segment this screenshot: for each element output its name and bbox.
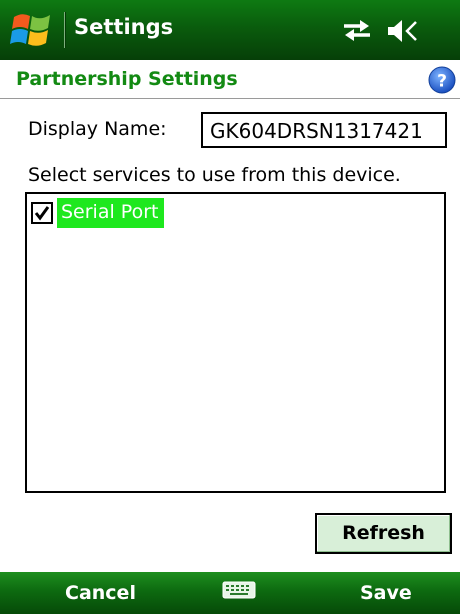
checkmark-icon [34, 206, 50, 221]
list-item-serial-port[interactable]: Serial Port [31, 198, 165, 228]
title-bar: Settings [0, 0, 460, 60]
refresh-button[interactable]: Refresh [315, 513, 452, 554]
svg-text:?: ? [437, 72, 447, 92]
page-header: Partnership Settings ? [0, 60, 460, 99]
serial-port-checkbox[interactable] [31, 202, 53, 224]
services-instructions: Select services to use from this device. [28, 164, 401, 186]
help-icon[interactable]: ? [428, 66, 456, 94]
windows-start-icon[interactable] [10, 9, 56, 51]
title-separator [64, 12, 65, 48]
page-title: Partnership Settings [16, 68, 238, 90]
volume-muted-icon[interactable] [386, 18, 418, 44]
cancel-softkey[interactable]: Cancel [65, 582, 136, 604]
display-name-label: Display Name: [28, 118, 167, 140]
softkey-bar: Cancel Save [0, 572, 460, 614]
service-label: Serial Port [57, 198, 165, 228]
display-name-field[interactable]: GK604DRSN1317421 [201, 112, 447, 148]
save-softkey[interactable]: Save [360, 582, 412, 604]
connectivity-icon[interactable] [342, 18, 372, 42]
keyboard-icon[interactable] [222, 581, 256, 599]
services-list[interactable]: Serial Port [25, 192, 446, 493]
app-title: Settings [74, 15, 174, 39]
